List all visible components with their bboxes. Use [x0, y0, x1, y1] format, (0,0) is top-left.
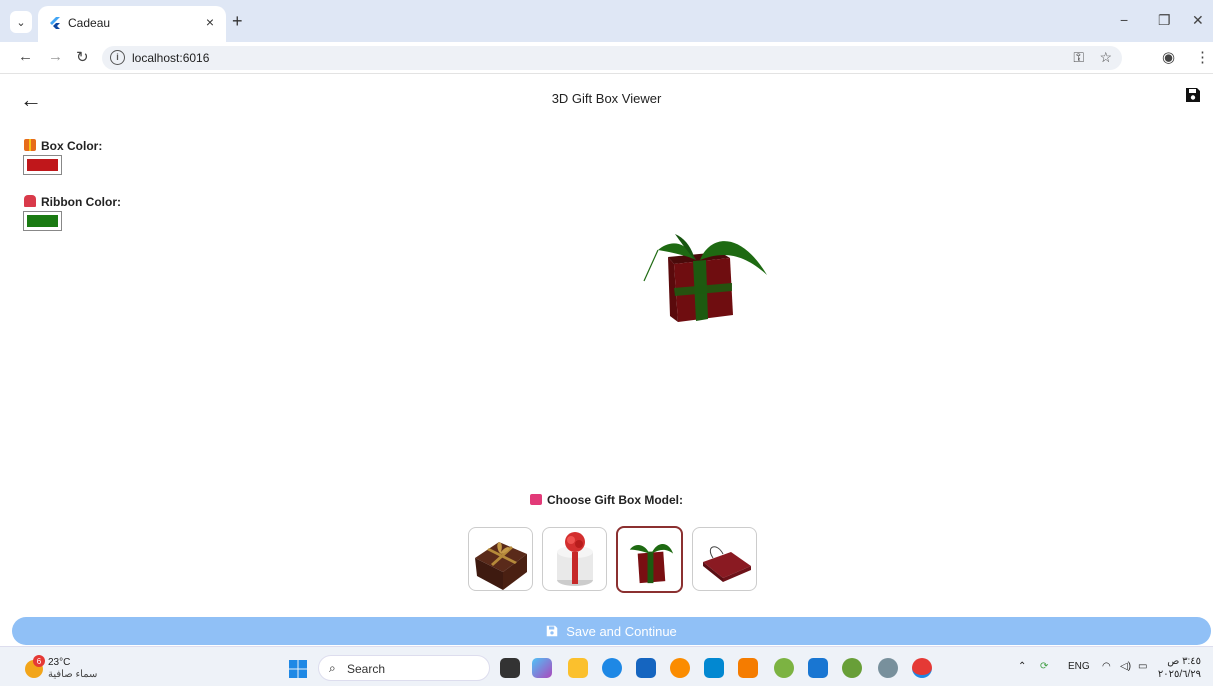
edge-icon[interactable]: [602, 658, 622, 678]
red-gift-box-icon: [629, 543, 674, 584]
model-option-round-box[interactable]: [542, 527, 607, 591]
tab-search-dropdown-icon[interactable]: ⌄: [10, 11, 32, 33]
password-key-icon[interactable]: ⚿: [1073, 49, 1084, 66]
box-color-label: Box Color:: [24, 139, 102, 153]
clock-date: ٢٠٢٥/٦/٢٩: [1157, 669, 1201, 680]
bookmark-star-icon[interactable]: ☆: [1099, 49, 1112, 66]
save-icon[interactable]: [1185, 87, 1201, 103]
new-tab-button[interactable]: +: [232, 12, 243, 30]
chrome-app-icon[interactable]: [670, 658, 690, 678]
task-view-icon[interactable]: [500, 658, 520, 678]
address-bar-row: ← → ↻ i localhost:6016 ☆ ⚿ ◉ ⋮: [0, 42, 1213, 74]
ribbon-color-label: Ribbon Color:: [24, 195, 121, 209]
round-gift-box-icon: [557, 532, 593, 586]
ribbon-color-swatch[interactable]: [23, 211, 62, 231]
ribbon-icon: [24, 195, 36, 207]
close-window-button[interactable]: ✕: [1192, 12, 1204, 29]
save-and-continue-button[interactable]: Save and Continue: [12, 617, 1211, 645]
app-container: ← 3D Gift Box Viewer Box Color: Ribbon C…: [0, 75, 1213, 645]
tab-close-icon[interactable]: ×: [206, 14, 214, 30]
gift-bag-icon: [703, 546, 751, 582]
outlook-icon[interactable]: [704, 658, 724, 678]
menu-kebab-icon[interactable]: ⋮: [1195, 48, 1210, 66]
choose-model-label: Choose Gift Box Model:: [0, 493, 1213, 507]
taskbar-search[interactable]: ⌕ Search: [318, 655, 490, 681]
weather-desc: سماء صافية: [48, 669, 98, 680]
windows-taskbar: 6 23°C سماء صافية ⌕ Search ⌃ ⟳ ENG ◠ ◁) …: [0, 646, 1213, 686]
shopping-bag-icon: [530, 494, 542, 505]
browser-tab[interactable]: Cadeau ×: [38, 6, 226, 42]
gift-icon: [24, 139, 36, 151]
file-explorer-icon[interactable]: [568, 658, 588, 678]
search-icon: ⌕: [329, 661, 336, 675]
profile-icon[interactable]: ◉: [1162, 48, 1175, 66]
sun-icon: 6: [25, 655, 45, 678]
restore-button[interactable]: ❐: [1158, 12, 1171, 29]
language-indicator[interactable]: ENG: [1068, 661, 1090, 672]
weather-widget[interactable]: 6: [22, 655, 46, 684]
model-option-brown-box[interactable]: [468, 527, 533, 591]
xampp-icon[interactable]: [738, 658, 758, 678]
brown-gift-box-icon: [475, 542, 527, 590]
site-info-icon[interactable]: i: [110, 50, 125, 65]
chrome-profile-icon[interactable]: [774, 658, 794, 678]
volume-icon[interactable]: ◁): [1120, 661, 1131, 672]
wifi-icon[interactable]: ◠: [1102, 661, 1111, 672]
sync-icon[interactable]: ⟳: [1040, 661, 1048, 672]
model-option-gift-bag[interactable]: [692, 527, 757, 591]
show-hidden-icons[interactable]: ⌃: [1018, 661, 1026, 672]
chrome-active-icon[interactable]: [912, 658, 932, 678]
clock[interactable]: ٣:٤٥ ص ٢٠٢٥/٦/٢٩: [1158, 655, 1201, 681]
battery-icon[interactable]: ▭: [1138, 661, 1147, 672]
copilot-icon[interactable]: [532, 658, 552, 678]
model-option-red-box[interactable]: [616, 526, 683, 593]
settings-icon[interactable]: [878, 658, 898, 678]
windows-start-icon[interactable]: [289, 660, 307, 678]
gift-box-3d-viewer[interactable]: [630, 230, 780, 340]
box-color-swatch[interactable]: [23, 155, 62, 175]
browser-tab-bar: ⌄ Cadeau × + − ❐ ✕: [0, 0, 1213, 42]
store-icon[interactable]: [636, 658, 656, 678]
save-button-label: Save and Continue: [566, 623, 677, 639]
clock-time: ٣:٤٥ ص: [1167, 656, 1201, 667]
weather-temp: 23°C: [48, 657, 71, 668]
search-placeholder: Search: [347, 662, 386, 676]
vscode-icon[interactable]: [808, 658, 828, 678]
chrome-profile-2-icon[interactable]: [842, 658, 862, 678]
back-icon[interactable]: ←: [18, 48, 33, 65]
page-title: 3D Gift Box Viewer: [551, 91, 662, 106]
url-text[interactable]: localhost:6016: [132, 51, 209, 65]
forward-icon[interactable]: →: [48, 48, 63, 65]
reload-icon[interactable]: ↻: [76, 48, 89, 66]
minimize-button[interactable]: −: [1120, 12, 1128, 28]
save-icon: [546, 625, 558, 637]
weather-badge: 6: [37, 657, 42, 666]
flutter-favicon-icon: [50, 17, 60, 29]
tab-title: Cadeau: [68, 16, 111, 30]
omnibox[interactable]: i localhost:6016 ☆ ⚿: [102, 46, 1122, 70]
